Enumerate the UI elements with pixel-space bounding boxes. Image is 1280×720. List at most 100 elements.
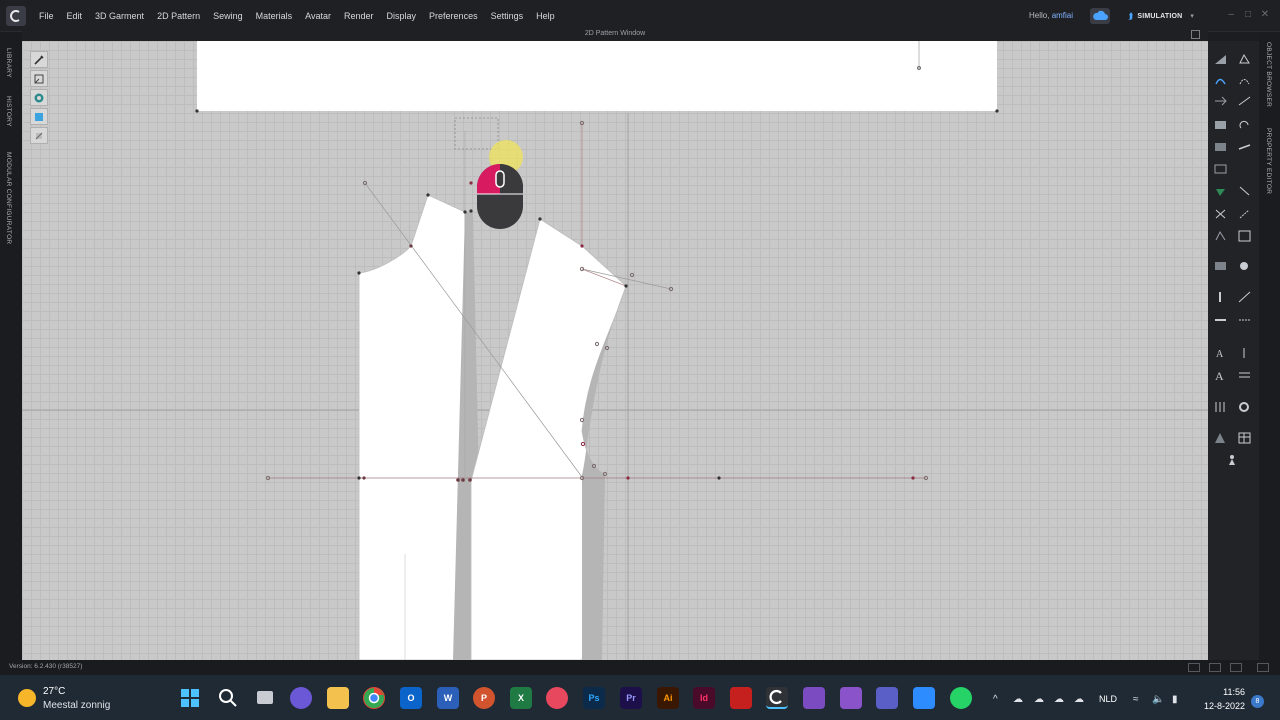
volume-icon[interactable]: 🔈 xyxy=(1152,694,1164,705)
point[interactable] xyxy=(538,217,542,221)
menu-materials[interactable]: Materials xyxy=(256,11,293,21)
tab-library[interactable]: LIBRARY xyxy=(5,48,12,78)
cut-tool-icon[interactable] xyxy=(1214,208,1227,220)
maximize-icon[interactable]: □ xyxy=(1242,9,1254,21)
polygon-tool-icon[interactable] xyxy=(1238,53,1251,65)
clo3d-icon[interactable] xyxy=(766,687,788,709)
whatsapp-icon[interactable] xyxy=(950,687,972,709)
graphic-tool-icon[interactable] xyxy=(1214,163,1227,175)
point[interactable] xyxy=(195,109,199,113)
point[interactable] xyxy=(469,181,473,185)
menu-display[interactable]: Display xyxy=(387,11,417,21)
tray-app-icon[interactable]: ☁ xyxy=(1013,694,1023,705)
menu-render[interactable]: Render xyxy=(344,11,374,21)
point[interactable] xyxy=(624,284,628,288)
transform-pattern-icon[interactable] xyxy=(30,70,48,87)
weather-sun-icon[interactable] xyxy=(18,689,36,707)
chrome-icon[interactable] xyxy=(363,687,385,709)
menu-avatar[interactable]: Avatar xyxy=(305,11,331,21)
zipper-tool-icon[interactable] xyxy=(1214,260,1227,272)
search-icon[interactable] xyxy=(217,687,239,709)
onedrive-icon[interactable]: ☁ xyxy=(1034,694,1044,705)
pattern-canvas[interactable] xyxy=(22,41,1208,660)
pin-tool-icon[interactable] xyxy=(1214,185,1227,197)
grade-tool-icon[interactable] xyxy=(1214,401,1227,413)
tab-property-editor[interactable]: PROPERTY EDITOR xyxy=(1265,128,1272,194)
point[interactable] xyxy=(469,209,473,213)
table-tool-icon[interactable] xyxy=(1238,432,1251,444)
menu-preferences[interactable]: Preferences xyxy=(429,11,478,21)
point[interactable] xyxy=(911,476,915,480)
pattern-piece-top[interactable] xyxy=(197,41,997,111)
text-style-icon[interactable] xyxy=(1238,347,1251,359)
weather-temperature[interactable]: 27°C xyxy=(43,686,65,697)
menu-3d-garment[interactable]: 3D Garment xyxy=(95,11,144,21)
zoom-icon[interactable] xyxy=(913,687,935,709)
point[interactable] xyxy=(468,478,472,482)
edit-pattern-icon[interactable] xyxy=(30,51,48,68)
notification-badge[interactable]: 8 xyxy=(1251,695,1264,708)
settings-gear-icon[interactable] xyxy=(1238,401,1251,413)
point[interactable] xyxy=(629,272,635,278)
point[interactable] xyxy=(357,476,361,480)
layout-3d-icon[interactable] xyxy=(1230,663,1242,672)
rotate-tool-icon[interactable] xyxy=(1238,119,1251,131)
fold-pattern-icon[interactable] xyxy=(30,108,48,125)
user-name[interactable]: amfiai xyxy=(1052,11,1073,20)
trace-tool-icon[interactable] xyxy=(1214,95,1227,107)
avatar-tool-icon[interactable] xyxy=(1226,454,1239,466)
minimize-icon[interactable]: – xyxy=(1225,9,1237,21)
teams-meet-icon[interactable] xyxy=(803,687,825,709)
texture-tool-icon[interactable] xyxy=(1214,141,1227,153)
battery-icon[interactable]: ▮ xyxy=(1172,694,1178,705)
language-indicator[interactable]: NLD xyxy=(1099,694,1117,704)
premiere-icon[interactable]: Pr xyxy=(620,687,642,709)
cloud-sync-icon[interactable] xyxy=(1090,8,1110,24)
point[interactable] xyxy=(604,345,610,351)
point[interactable] xyxy=(362,476,366,480)
point[interactable] xyxy=(717,476,721,480)
tab-object-browser[interactable]: OBJECT BROWSER xyxy=(1265,42,1272,107)
point[interactable] xyxy=(626,476,630,480)
tab-history[interactable]: HISTORY xyxy=(5,96,12,127)
segment-tool-icon[interactable] xyxy=(1238,141,1251,153)
ruler-tool-icon[interactable] xyxy=(1238,291,1251,303)
excel-icon[interactable]: X xyxy=(510,687,532,709)
menu-edit[interactable]: Edit xyxy=(67,11,83,21)
topstitch-tool-icon[interactable] xyxy=(1238,314,1251,326)
pattern-drawing[interactable] xyxy=(22,41,1208,660)
clock-time[interactable]: 11:56 xyxy=(1223,687,1245,697)
fold-icon[interactable] xyxy=(1214,119,1227,131)
powerpoint-icon[interactable]: P xyxy=(473,687,495,709)
teams-board-icon[interactable] xyxy=(840,687,862,709)
menu-2d-pattern[interactable]: 2D Pattern xyxy=(157,11,200,21)
pattern-tool-icon[interactable] xyxy=(1214,53,1227,65)
window-toggle-icon[interactable] xyxy=(1191,30,1200,39)
weather-description[interactable]: Meestal zonnig xyxy=(43,700,110,711)
sewing-pin-icon[interactable] xyxy=(1238,185,1251,197)
point[interactable] xyxy=(463,210,467,214)
point[interactable] xyxy=(456,478,460,482)
word-icon[interactable]: W xyxy=(437,687,459,709)
layout-2d-icon[interactable] xyxy=(1257,663,1269,672)
notch-tool-icon[interactable] xyxy=(1214,230,1227,242)
point[interactable] xyxy=(426,193,430,197)
acrobat-icon[interactable] xyxy=(730,687,752,709)
line-tool-icon[interactable] xyxy=(1238,95,1251,107)
seam-tool-icon[interactable] xyxy=(1238,208,1251,220)
point[interactable] xyxy=(580,244,584,248)
edit-curve-icon[interactable] xyxy=(1214,74,1227,86)
indesign-icon[interactable]: Id xyxy=(693,687,715,709)
layout-icon[interactable] xyxy=(1188,663,1200,672)
label-tool-icon[interactable] xyxy=(1238,369,1251,381)
point[interactable] xyxy=(995,109,999,113)
start-icon[interactable] xyxy=(179,687,201,709)
mode-selector[interactable]: ⮭ SIMULATION ▾ xyxy=(1128,8,1212,24)
illustrator-icon[interactable]: Ai xyxy=(657,687,679,709)
select-mesh-icon[interactable] xyxy=(30,89,48,106)
button-tool-icon[interactable] xyxy=(1238,260,1251,272)
menu-sewing[interactable]: Sewing xyxy=(213,11,243,21)
outlook-icon[interactable]: O xyxy=(400,687,422,709)
menu-settings[interactable]: Settings xyxy=(491,11,524,21)
grid-tool-icon[interactable] xyxy=(1238,230,1251,242)
